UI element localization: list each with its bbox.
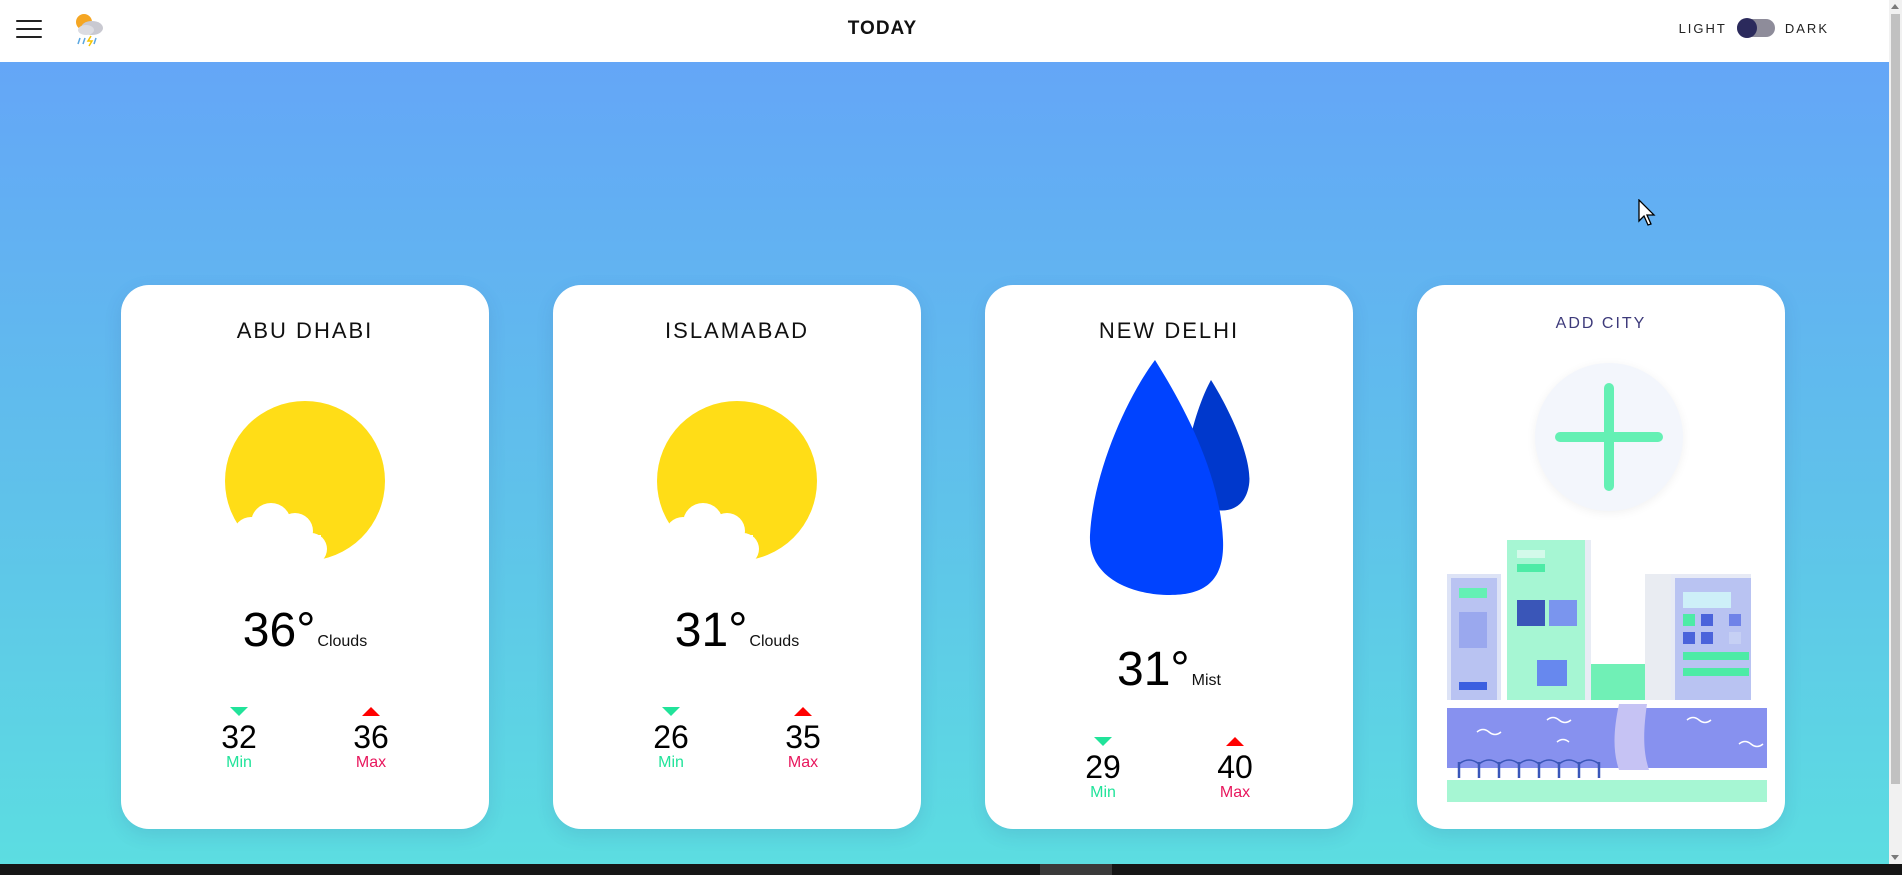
condition-text: Clouds bbox=[749, 633, 800, 650]
taskbar-item[interactable] bbox=[1040, 864, 1112, 875]
max-label: Max bbox=[787, 754, 819, 771]
scroll-down-icon[interactable] bbox=[1891, 855, 1899, 860]
max-temp: 35 Max bbox=[773, 707, 833, 772]
weather-card-islamabad[interactable]: ISLAMABAD 31° Clouds 26 Min 35 Max bbox=[553, 285, 921, 829]
min-label: Min bbox=[658, 754, 684, 771]
main-area: ABU DHABI 36° Clouds 32 Min 36 Max ISLAM… bbox=[0, 62, 1889, 864]
mouse-cursor-icon bbox=[1638, 199, 1656, 226]
temp-value: 31° bbox=[1117, 643, 1190, 696]
down-arrow-icon bbox=[230, 707, 248, 716]
condition-text: Clouds bbox=[317, 633, 368, 650]
max-temp: 40 Max bbox=[1205, 737, 1265, 802]
theme-switch: LIGHT DARK bbox=[1678, 18, 1829, 38]
temperature: 31° Clouds bbox=[553, 603, 921, 658]
min-value: 32 bbox=[221, 719, 257, 755]
sun-cloud-icon bbox=[225, 401, 385, 575]
max-temp: 36 Max bbox=[341, 707, 401, 772]
top-bar: TODAY LIGHT DARK bbox=[0, 0, 1889, 62]
min-temp: 32 Min bbox=[209, 707, 269, 772]
add-city-button[interactable] bbox=[1535, 363, 1683, 511]
down-arrow-icon bbox=[1094, 737, 1112, 746]
min-temp: 26 Min bbox=[641, 707, 701, 772]
os-taskbar bbox=[0, 864, 1902, 875]
max-value: 35 bbox=[785, 719, 821, 755]
temperature: 31° Mist bbox=[985, 642, 1353, 697]
cityscape-illustration bbox=[1447, 540, 1767, 802]
add-city-card[interactable]: ADD CITY bbox=[1417, 285, 1785, 829]
min-temp: 29 Min bbox=[1073, 737, 1133, 802]
theme-toggle[interactable] bbox=[1736, 18, 1775, 38]
sun-cloud-icon bbox=[657, 401, 817, 575]
max-value: 36 bbox=[353, 719, 389, 755]
up-arrow-icon bbox=[794, 707, 812, 716]
temperature: 36° Clouds bbox=[121, 603, 489, 658]
raindrops-icon bbox=[1089, 360, 1250, 595]
temp-value: 36° bbox=[242, 604, 316, 657]
temp-value: 31° bbox=[674, 604, 748, 657]
min-label: Min bbox=[1090, 784, 1116, 801]
down-arrow-icon bbox=[662, 707, 680, 716]
weather-card-new-delhi[interactable]: NEW DELHI 31° Mist 29 Min 40 Max bbox=[985, 285, 1353, 829]
min-label: Min bbox=[226, 754, 252, 771]
up-arrow-icon bbox=[1226, 737, 1244, 746]
max-label: Max bbox=[1219, 784, 1251, 801]
max-label: Max bbox=[355, 754, 387, 771]
add-city-label: ADD CITY bbox=[1555, 315, 1647, 332]
scroll-thumb[interactable] bbox=[1891, 14, 1900, 784]
vertical-scrollbar[interactable] bbox=[1889, 0, 1902, 864]
max-value: 40 bbox=[1217, 749, 1253, 785]
page-title: TODAY bbox=[847, 18, 918, 39]
min-value: 29 bbox=[1085, 749, 1121, 785]
toggle-knob bbox=[1736, 18, 1757, 38]
min-value: 26 bbox=[653, 719, 689, 755]
weather-card-abu-dhabi[interactable]: ABU DHABI 36° Clouds 32 Min 36 Max bbox=[121, 285, 489, 829]
scroll-up-icon[interactable] bbox=[1891, 4, 1899, 9]
theme-dark-label: DARK bbox=[1784, 20, 1829, 36]
up-arrow-icon bbox=[362, 707, 380, 716]
theme-light-label: LIGHT bbox=[1678, 20, 1727, 36]
condition-text: Mist bbox=[1191, 672, 1221, 689]
